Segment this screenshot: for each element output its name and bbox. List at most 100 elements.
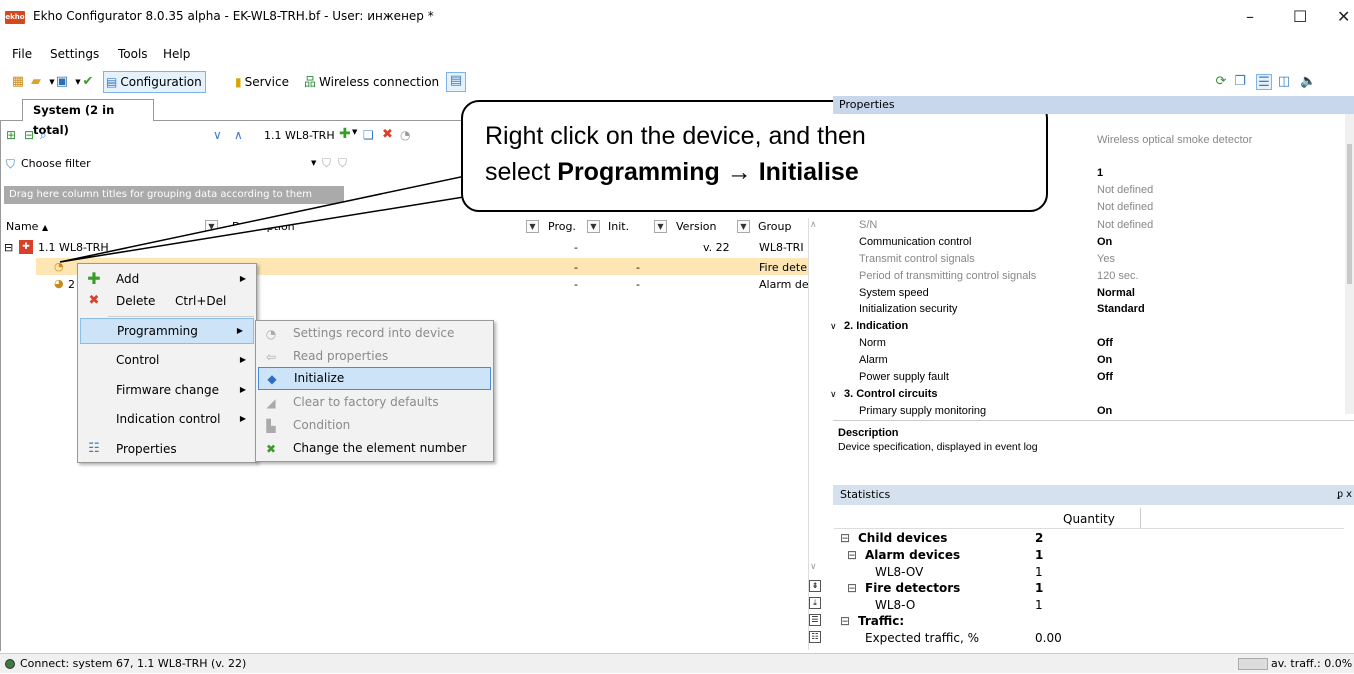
prop-value: Off — [1097, 337, 1113, 349]
sub-change-number[interactable]: ✖ Change the element number — [256, 437, 493, 460]
stat-label: Expected traffic, % — [865, 631, 980, 645]
prop-name: Transmit control signals — [859, 253, 975, 265]
statistics-title: Statistics — [840, 488, 891, 501]
description-text: Device specification, displayed in event… — [838, 441, 1038, 453]
prop-row[interactable]: Not defined — [834, 201, 1344, 214]
properties-icon: ☷ — [88, 441, 100, 456]
ctx-firmware-change-label: Firmware change — [116, 383, 219, 397]
prop-value: On — [1097, 354, 1113, 366]
initialize-icon: ◆ — [267, 372, 277, 386]
prop-value: On — [1097, 236, 1113, 248]
prop-name: Power supply fault — [859, 371, 949, 383]
eraser-icon: ◢ — [266, 396, 276, 410]
context-menu: ✚ Add ▶ ✖ Delete Ctrl+Del Programming ▶ … — [77, 263, 257, 463]
prop-value: On — [1097, 405, 1113, 417]
prop-value: Off — [1097, 371, 1113, 383]
sub-condition[interactable]: ▙ Condition — [256, 414, 493, 437]
sub-change-number-label: Change the element number — [293, 441, 467, 455]
sub-read-properties[interactable]: ⇦ Read properties — [256, 345, 493, 368]
prop-row[interactable]: Period of transmitting control signals 12… — [834, 270, 1344, 283]
prop-row[interactable]: Norm Off — [834, 337, 1344, 350]
connection-status-text: Connect: system 67, 1.1 WL8-TRH (v. 22) — [20, 657, 247, 670]
read-icon: ⇦ — [265, 350, 277, 364]
programming-submenu: ◔ Settings record into device ⇦ Read pro… — [255, 320, 494, 462]
stat-label: Traffic: — [858, 614, 905, 628]
sub-settings-record[interactable]: ◔ Settings record into device — [256, 322, 493, 345]
sub-initialize[interactable]: ◆ Initialize — [258, 367, 491, 390]
ctx-add-label: Add — [116, 272, 140, 286]
collapse-icon[interactable]: ⊟ — [840, 531, 850, 545]
collapse-icon[interactable]: ⊟ — [847, 581, 857, 595]
prop-row[interactable]: Communication control On — [834, 236, 1344, 249]
prop-row[interactable]: S/N Not defined — [834, 219, 1344, 232]
prop-value: 1 — [1097, 167, 1104, 179]
prop-name: Alarm — [859, 354, 888, 366]
prop-value: Yes — [1097, 253, 1115, 265]
stat-label: WL8-OV — [875, 565, 924, 579]
prop-row[interactable]: Transmit control signals Yes — [834, 253, 1344, 266]
prop-name: Period of transmitting control signals — [859, 270, 1037, 282]
prop-name: S/N — [859, 219, 878, 231]
prop-name: System speed — [859, 287, 929, 299]
ctx-indication-control[interactable]: Indication control ▶ — [78, 406, 256, 432]
ctx-programming[interactable]: Programming ▶ — [80, 318, 254, 344]
callout-text: select — [485, 158, 558, 186]
prop-section-indication[interactable]: ∨ 2. Indication — [830, 320, 1344, 333]
prop-section-control-circuits[interactable]: ∨ 3. Control circuits — [830, 388, 1344, 401]
stat-label: Alarm devices — [865, 548, 961, 562]
prop-value: Not defined — [1097, 184, 1154, 196]
prop-row[interactable]: Alarm On — [834, 354, 1344, 367]
ctx-properties-label: Properties — [116, 442, 177, 456]
ctx-firmware-change[interactable]: Firmware change ▶ — [78, 377, 256, 403]
prop-section-label: 3. Control circuits — [844, 388, 938, 400]
sub-clear-defaults[interactable]: ◢ Clear to factory defaults — [256, 391, 493, 414]
swap-icon: ✖ — [265, 442, 277, 456]
prop-row[interactable]: Initialization security Standard — [834, 303, 1344, 316]
prop-section-label: 2. Indication — [844, 320, 909, 332]
ctx-delete[interactable]: ✖ Delete Ctrl+Del — [78, 288, 256, 314]
stat-row: Expected traffic, % 0.00 — [834, 631, 1344, 645]
ctx-control[interactable]: Control ▶ — [78, 347, 256, 373]
collapse-icon[interactable]: ⊟ — [847, 548, 857, 562]
ctx-indication-control-label: Indication control — [116, 412, 221, 426]
submenu-arrow-icon: ▶ — [239, 385, 246, 394]
column-divider — [1140, 508, 1141, 528]
prop-value: Standard — [1097, 303, 1145, 315]
prop-row[interactable]: 1 — [834, 167, 1344, 180]
prop-name: Norm — [859, 337, 886, 349]
connection-status-icon — [5, 659, 15, 669]
statistics-quantity-header: Quantity — [1063, 512, 1115, 526]
collapse-icon[interactable]: ⊟ — [840, 614, 850, 628]
properties-scrollbar[interactable] — [1345, 114, 1354, 414]
properties-header: Properties — [833, 96, 1354, 114]
chevron-down-icon: ∨ — [830, 389, 837, 399]
sub-condition-label: Condition — [293, 418, 351, 432]
properties-scroll-thumb[interactable] — [1347, 144, 1352, 284]
traffic-status-text: av. traff.: 0.0% — [1271, 657, 1353, 670]
stat-qty: 1 — [1035, 581, 1044, 595]
traffic-meter — [1238, 658, 1268, 670]
submenu-arrow-icon: ▶ — [239, 355, 246, 364]
stat-row: WL8-OV 1 — [834, 565, 1344, 579]
prop-value: Not defined — [1097, 219, 1154, 231]
sub-settings-record-label: Settings record into device — [293, 326, 455, 340]
stat-row: ⊟ Fire detectors 1 — [834, 581, 1344, 595]
condition-icon: ▙ — [266, 419, 276, 433]
delete-icon: ✖ — [88, 293, 100, 308]
prop-row[interactable]: Wireless optical smoke detector — [834, 134, 1344, 147]
prop-name: Communication control — [859, 236, 972, 248]
stat-label: Child devices — [858, 531, 948, 545]
ctx-delete-shortcut: Ctrl+Del — [175, 294, 227, 308]
prop-row[interactable]: Power supply fault Off — [834, 371, 1344, 384]
prop-row[interactable]: System speed Normal — [834, 287, 1344, 300]
callout-arrow: → — [719, 158, 759, 186]
menu-separator — [108, 316, 254, 317]
stat-row: WL8-O 1 — [834, 598, 1344, 612]
prop-row[interactable]: Primary supply monitoring On — [834, 405, 1344, 418]
pin-icon[interactable]: ᵱ x — [1337, 485, 1352, 505]
status-bar: Connect: system 67, 1.1 WL8-TRH (v. 22) … — [0, 653, 1354, 673]
submenu-arrow-icon: ▶ — [239, 414, 246, 423]
ctx-programming-label: Programming — [117, 324, 198, 338]
prop-row[interactable]: Not defined — [834, 184, 1344, 197]
ctx-properties[interactable]: ☷ Properties — [78, 436, 256, 462]
